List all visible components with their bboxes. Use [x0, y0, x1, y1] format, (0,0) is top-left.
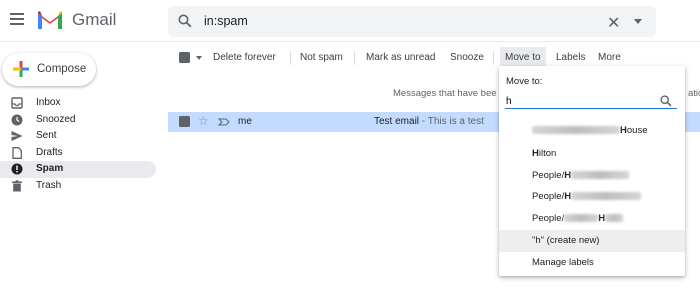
gmail-app: Gmail in:spam ✕ Compose Inbox Snoozed Se… [0, 0, 700, 295]
move-to-button[interactable]: Move to [500, 47, 546, 67]
label-match-bold: H [620, 125, 627, 136]
email-subject: Test email [374, 116, 420, 127]
menu-item-label[interactable]: House [499, 120, 685, 142]
clear-search-icon[interactable]: ✕ [607, 13, 620, 33]
label-filter-input[interactable] [505, 94, 677, 109]
star-icon[interactable]: ☆ [198, 114, 209, 128]
compose-button[interactable]: Compose [2, 53, 96, 86]
labels-button[interactable]: Labels [556, 52, 585, 63]
label-match-bold: H [564, 170, 572, 181]
label-match-bold: H [532, 148, 539, 159]
menu-item-label[interactable]: Hilton [499, 143, 685, 165]
compose-label: Compose [37, 63, 87, 75]
toolbar-divider [290, 51, 291, 65]
delete-forever-button[interactable]: Delete forever [213, 52, 276, 63]
select-all-checkbox[interactable] [179, 52, 190, 63]
redacted-text [564, 214, 599, 222]
clock-icon [11, 114, 23, 125]
search-icon[interactable] [178, 14, 192, 28]
label-prefix: People/ [532, 170, 565, 181]
plus-icon [13, 61, 29, 77]
search-bar[interactable]: in:spam ✕ [168, 6, 656, 37]
banner-text-tail: atio [688, 88, 700, 99]
gmail-logo-icon[interactable] [37, 9, 63, 31]
draft-icon [12, 146, 22, 159]
move-to-menu: Move to: House Hilton People/H People/H … [499, 66, 685, 276]
row-checkbox[interactable] [179, 116, 190, 127]
sidebar-item-label: Trash [36, 179, 62, 191]
redacted-text [571, 192, 642, 200]
not-spam-button[interactable]: Not spam [300, 52, 343, 63]
sidebar-item-drafts[interactable]: Drafts [0, 145, 156, 162]
manage-labels-text: Manage labels [532, 257, 594, 268]
label-match-bold: H [564, 191, 572, 202]
menu-item-label[interactable]: People/H [499, 186, 685, 208]
redacted-text [532, 126, 620, 134]
sidebar-item-snoozed[interactable]: Snoozed [0, 112, 156, 129]
sidebar-item-sent[interactable]: Sent [0, 128, 156, 145]
send-icon [11, 131, 23, 141]
sidebar-item-label: Drafts [36, 146, 63, 158]
banner-text: Messages that have bee [393, 88, 497, 99]
sidebar-nav: Inbox Snoozed Sent Drafts Spam Trash [0, 95, 156, 194]
manage-labels-item[interactable]: Manage labels [499, 252, 685, 274]
sidebar-item-label: Spam [36, 163, 64, 174]
inbox-icon [11, 97, 23, 109]
mark-unread-button[interactable]: Mark as unread [366, 52, 435, 63]
select-options-icon[interactable] [196, 56, 202, 60]
label-suffix: ilton [538, 148, 557, 159]
toolbar-divider [493, 51, 494, 65]
email-subject-line: Test email - This is a test [374, 116, 484, 127]
menu-item-label[interactable]: People/H [499, 208, 685, 230]
main-menu-icon[interactable] [10, 13, 24, 25]
create-new-label-item[interactable]: "h" (create new) [499, 230, 685, 252]
label-suffix: ouse [626, 125, 648, 136]
menu-title: Move to: [506, 76, 543, 87]
top-header: Gmail in:spam ✕ [0, 0, 700, 42]
label-prefix: People/ [532, 191, 565, 202]
label-prefix: People/ [532, 213, 565, 224]
email-sender: me [238, 116, 252, 127]
sidebar-item-inbox[interactable]: Inbox [0, 95, 156, 112]
redacted-text [571, 171, 630, 179]
snooze-button[interactable]: Snooze [450, 52, 484, 63]
sidebar-item-label: Snoozed [36, 113, 76, 125]
sidebar-item-label: Inbox [36, 97, 61, 108]
sidebar-item-spam[interactable]: Spam [0, 161, 156, 178]
more-button[interactable]: More [598, 52, 621, 63]
sidebar-item-trash[interactable]: Trash [0, 178, 156, 195]
toolbar-divider [354, 51, 355, 65]
trash-icon [12, 179, 22, 191]
redacted-text [605, 214, 624, 222]
email-snippet: - This is a test [419, 116, 484, 127]
importance-marker-icon[interactable] [218, 118, 230, 126]
sidebar-item-label: Sent [36, 130, 57, 141]
create-new-text: "h" (create new) [532, 235, 600, 246]
search-input[interactable]: in:spam [204, 14, 248, 28]
search-options-icon[interactable] [634, 19, 642, 24]
menu-item-label[interactable]: People/H [499, 165, 685, 187]
search-icon[interactable] [660, 95, 672, 107]
label-match-bold: H [598, 213, 606, 224]
brand-name: Gmail [72, 10, 117, 29]
spam-icon [11, 163, 23, 175]
